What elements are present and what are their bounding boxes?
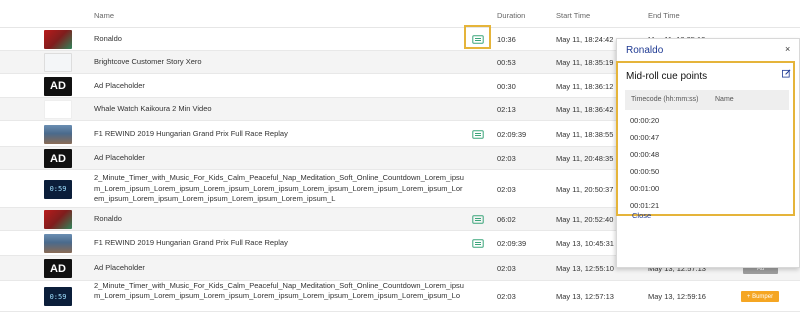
column-header-end-time[interactable]: End Time [648,11,680,20]
duration-cell: 02:13 [497,105,516,114]
video-name: F1 REWIND 2019 Hungarian Grand Prix Full… [94,128,288,138]
video-thumbnail [44,234,72,253]
end-time-cell: May 13, 12:59:16 [648,292,706,301]
mid-roll-cue-points-section: Mid-roll cue points Timecode (hh:mm:ss) … [616,61,795,220]
close-icon[interactable]: × [785,44,790,54]
start-time-cell: May 11, 20:48:35 [556,154,614,163]
video-name: 2_Minute_Timer_with_Music_For_Kids_Calm_… [94,280,464,301]
duration-cell: 02:09:39 [497,239,527,248]
duration-cell: 02:03 [497,264,516,273]
cue-point-icon[interactable] [472,215,484,224]
video-name: Ronaldo [94,34,122,44]
start-time-cell: May 11, 18:36:12 [556,81,614,91]
popover-title: Ronaldo [626,45,664,56]
start-time-cell: May 13, 12:55:10 [556,264,614,273]
video-thumbnail [44,124,72,144]
video-thumbnail: AD [44,259,72,278]
cue-point-timecode: 00:00:50 [630,167,660,176]
duration-cell: 02:03 [497,292,516,301]
duration-cell: 06:02 [497,215,516,224]
start-time-cell: May 11, 20:52:40 [556,215,614,224]
duration-cell: 02:09:39 [497,129,527,139]
table-row[interactable]: 0:59 2_Minute_Timer_with_Music_For_Kids_C… [0,281,800,312]
cue-point-timecode: 00:00:20 [630,116,660,125]
duration-cell: 02:03 [497,154,516,163]
cue-point-timecode: 00:01:00 [630,184,660,193]
duration-cell: 00:30 [497,81,516,91]
video-name: Ad Placeholder [94,263,145,273]
column-header-timecode: Timecode (hh:mm:ss) [631,96,699,103]
column-header-start-time[interactable]: Start Time [556,11,590,20]
start-time-cell: May 13, 12:57:13 [556,292,614,301]
cue-icon-highlight [464,25,491,49]
video-thumbnail: AD [44,76,72,96]
video-name: Ad Placeholder [94,153,145,163]
cue-point-icon[interactable] [472,239,484,248]
start-time-cell: May 13, 10:45:31 [556,239,614,248]
video-thumbnail [44,210,72,229]
column-header-name[interactable]: Name [94,11,114,20]
video-thumbnail [44,53,72,72]
close-link[interactable]: Close [632,211,651,220]
video-thumbnail [44,100,72,119]
video-thumbnail [44,30,72,49]
video-thumbnail: 0:59 [44,287,72,306]
video-name: Ronaldo [94,214,122,224]
start-time-cell: May 11, 18:24:42 [556,35,614,44]
video-name: F1 REWIND 2019 Hungarian Grand Prix Full… [94,238,288,248]
duration-cell: 00:53 [497,58,516,67]
start-time-cell: May 11, 18:35:19 [556,58,614,67]
add-bumper-button[interactable]: + Bumper [741,291,779,302]
video-name: Ad Placeholder [94,80,145,90]
duration-cell: 10:36 [497,35,516,44]
cue-point-icon[interactable] [472,129,484,139]
column-header-cue-name: Name [715,96,734,103]
start-time-cell: May 11, 18:38:55 [556,129,614,139]
video-name: 2_Minute_Timer_with_Music_For_Kids_Calm_… [94,173,464,204]
video-thumbnail: 0:59 [44,179,72,199]
table-header: Name Duration Start Time End Time [0,0,800,28]
cue-point-timecode: 00:01:21 [630,201,660,210]
edit-icon[interactable] [782,69,791,78]
start-time-cell: May 11, 20:50:37 [556,184,614,194]
video-thumbnail: AD [44,149,72,168]
cue-point-timecode: 00:00:48 [630,150,660,159]
start-time-cell: May 11, 18:36:42 [556,105,614,114]
video-name: Whale Watch Kaikoura 2 Min Video [94,104,212,114]
cue-points-heading: Mid-roll cue points [626,71,708,82]
cue-points-table-header: Timecode (hh:mm:ss) Name [625,90,789,110]
duration-cell: 02:03 [497,184,516,194]
cue-point-timecode: 00:00:47 [630,133,660,142]
video-name: Brightcove Customer Story Xero [94,57,202,67]
column-header-duration[interactable]: Duration [497,11,525,20]
